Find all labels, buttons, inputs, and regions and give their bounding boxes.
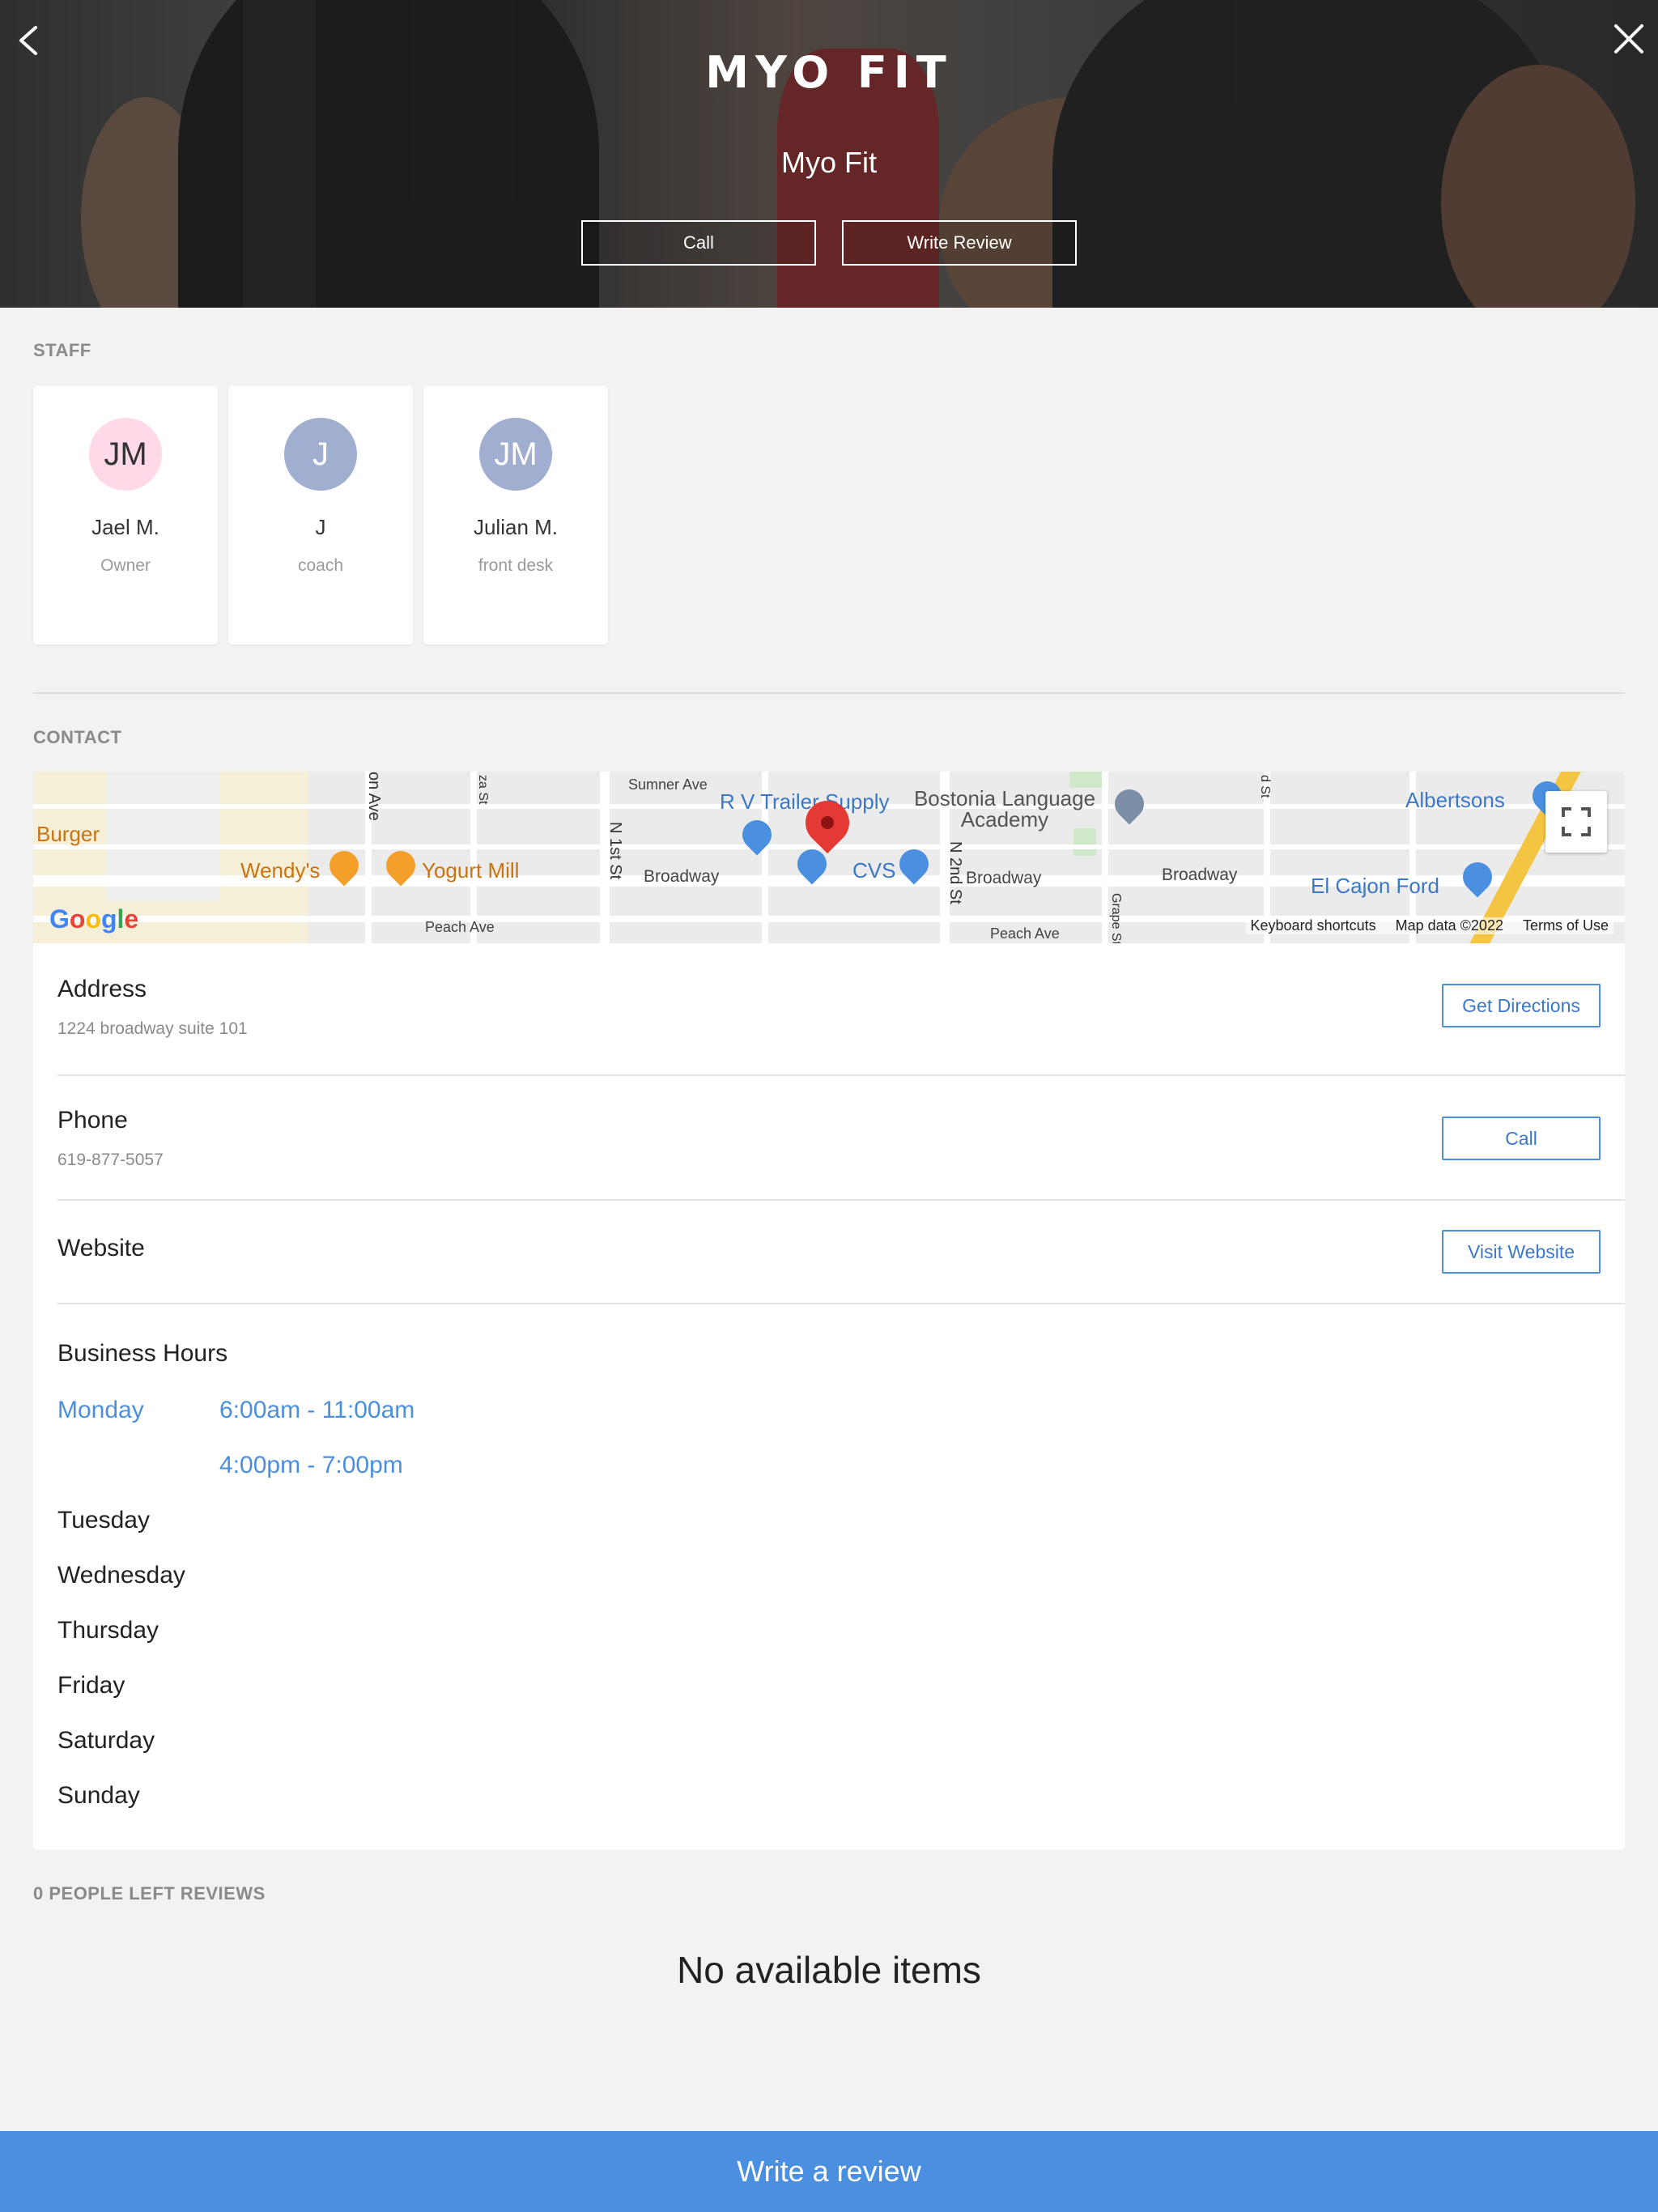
staff-name: J <box>315 515 326 539</box>
map-label: Grape St <box>1109 893 1123 943</box>
hero-banner: MYO FIT Myo Fit Call Write Review <box>0 0 1658 308</box>
map-label: Broadway <box>644 867 720 886</box>
avatar: JM <box>479 418 552 491</box>
staff-role: Owner <box>100 556 151 575</box>
call-button[interactable]: Call <box>581 220 816 266</box>
business-hours-title: Business Hours <box>57 1340 228 1367</box>
day-label: Friday <box>57 1672 125 1699</box>
map-label: Sumner Ave <box>628 776 708 793</box>
contact-card: Burger Wendy's Yogurt Mill Broadway Broa… <box>33 772 1625 1850</box>
fullscreen-icon <box>1562 807 1591 836</box>
map-label: Albertsons <box>1405 788 1505 812</box>
phone-title: Phone <box>57 1107 128 1134</box>
map-fullscreen-button[interactable] <box>1545 791 1607 853</box>
map[interactable]: Burger Wendy's Yogurt Mill Broadway Broa… <box>33 772 1625 943</box>
map-label: Peach Ave <box>990 925 1060 942</box>
staff-card[interactable]: JM Jael M. Owner <box>33 385 218 644</box>
keyboard-shortcuts-link[interactable]: Keyboard shortcuts <box>1251 917 1376 934</box>
day-label: Thursday <box>57 1617 159 1644</box>
map-label: Wendy's <box>240 858 321 883</box>
write-a-review-button[interactable]: Write a review <box>0 2131 1658 2212</box>
website-title: Website <box>57 1235 145 1261</box>
day-label: Monday <box>57 1397 144 1423</box>
map-label: N 1st St <box>606 822 624 880</box>
phone-value: 619-877-5057 <box>57 1151 164 1169</box>
reviews-section-label: 0 PEOPLE LEFT REVIEWS <box>33 1883 266 1904</box>
map-label: N 2nd St <box>946 841 964 904</box>
map-label: d St <box>1258 775 1272 798</box>
day-label: Saturday <box>57 1727 155 1754</box>
map-label: R V Trailer Supply <box>720 789 890 814</box>
map-label: Broadway <box>1162 866 1238 884</box>
website-row: Website Visit Website <box>57 1201 1625 1304</box>
school-pin-icon[interactable] <box>1108 783 1150 825</box>
map-data-text: Map data ©2022 <box>1395 917 1503 934</box>
map-label: za St <box>476 775 490 805</box>
day-label: Sunday <box>57 1782 140 1809</box>
contact-section-label: CONTACT <box>33 727 122 747</box>
hero-actions: Call Write Review <box>0 220 1658 266</box>
address-row: Address 1224 broadway suite 101 Get Dire… <box>57 943 1625 1076</box>
map-label: Broadway <box>966 869 1042 887</box>
map-footer: Keyboard shortcuts Map data ©2022 Terms … <box>1245 917 1613 934</box>
day-label: Tuesday <box>57 1507 150 1534</box>
hours-slot: 4:00pm - 7:00pm <box>219 1452 403 1478</box>
staff-card[interactable]: J J coach <box>228 385 413 644</box>
brand-logo: MYO FIT <box>705 47 953 98</box>
staff-name: Julian M. <box>473 515 559 539</box>
address-title: Address <box>57 976 147 1002</box>
day-label: Wednesday <box>57 1562 185 1589</box>
staff-role: front desk <box>478 556 554 575</box>
write-review-button[interactable]: Write Review <box>842 220 1077 266</box>
map-label: Burger <box>36 822 100 846</box>
map-label: CVS <box>852 858 896 883</box>
get-directions-button[interactable]: Get Directions <box>1442 984 1601 1027</box>
map-label: Yogurt Mill <box>422 858 520 883</box>
google-logo: Google <box>49 904 139 934</box>
empty-reviews-message: No available items <box>677 1949 981 1991</box>
staff-name: Jael M. <box>91 515 159 539</box>
page-title: Myo Fit <box>780 146 877 179</box>
avatar: J <box>284 418 357 491</box>
avatar: JM <box>89 418 162 491</box>
map-label: Bostonia Language Academy <box>913 786 1096 832</box>
terms-link[interactable]: Terms of Use <box>1523 917 1609 934</box>
shopping-pin-icon[interactable] <box>1456 856 1499 898</box>
map-label: Peach Ave <box>425 919 495 935</box>
call-phone-button[interactable]: Call <box>1442 1117 1601 1160</box>
phone-row: Phone 619-877-5057 Call <box>57 1076 1625 1201</box>
address-value: 1224 broadway suite 101 <box>57 1019 248 1038</box>
section-divider <box>33 692 1625 694</box>
hours-slot: 6:00am - 11:00am <box>219 1397 415 1423</box>
staff-section-label: STAFF <box>33 340 91 360</box>
map-label: on Ave <box>365 772 383 821</box>
visit-website-button[interactable]: Visit Website <box>1442 1230 1601 1274</box>
map-area <box>1069 772 1102 788</box>
map-label: El Cajon Ford <box>1311 874 1439 898</box>
staff-card[interactable]: JM Julian M. front desk <box>423 385 608 644</box>
staff-role: coach <box>297 556 344 575</box>
map-area <box>1073 828 1096 856</box>
staff-list: JM Jael M. Owner J J coach JM Julian M. … <box>33 385 608 644</box>
